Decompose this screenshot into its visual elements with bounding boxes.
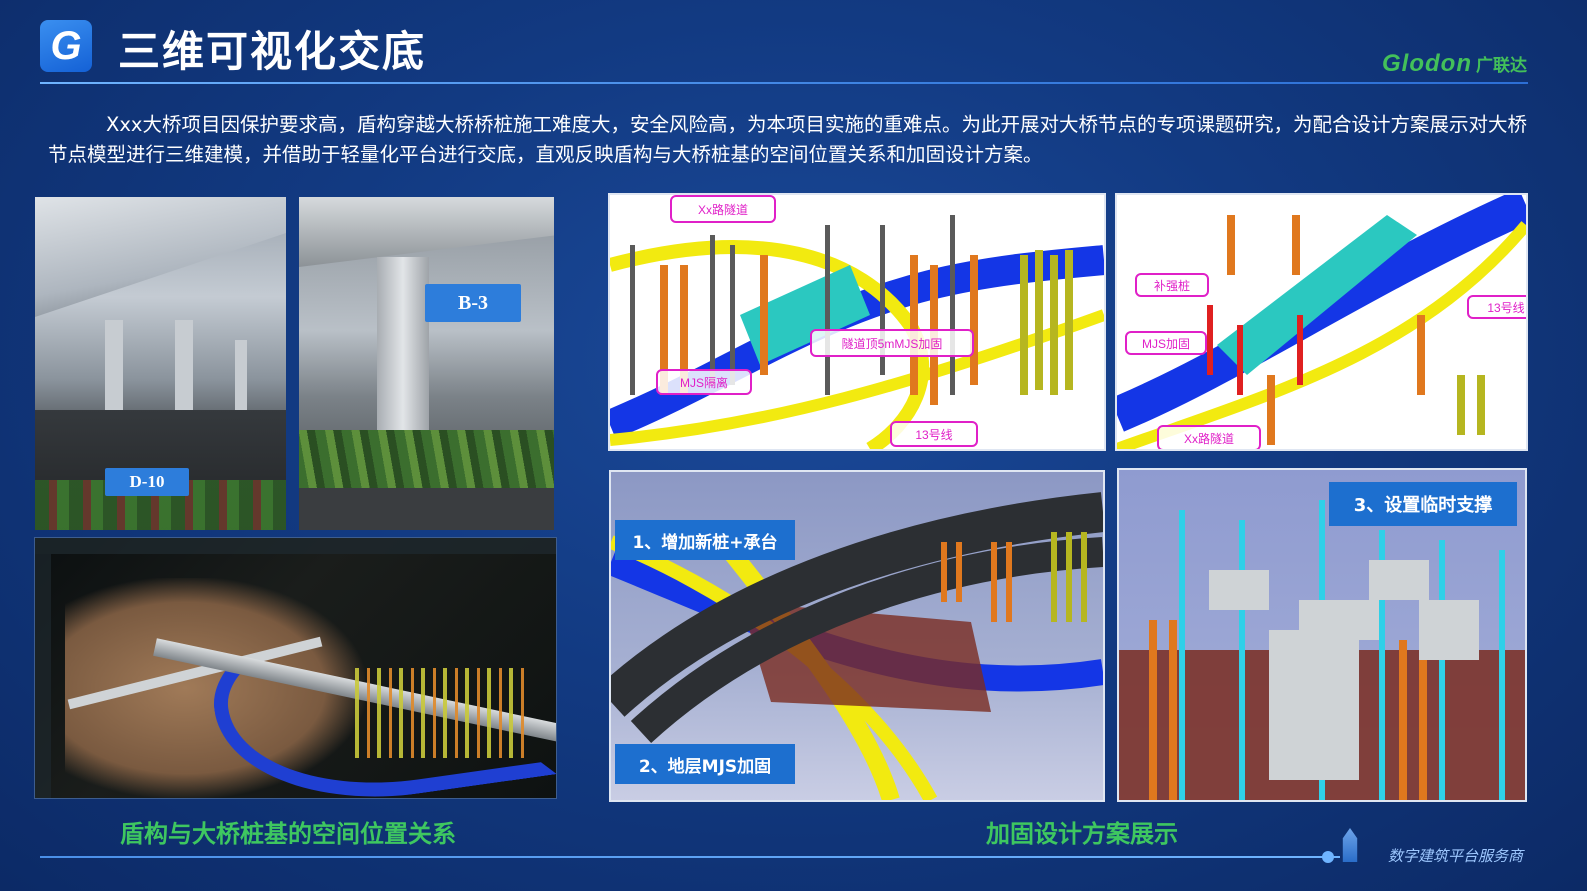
footer-divider xyxy=(40,856,1340,858)
callout-mjs: MJS加固 xyxy=(1125,331,1207,355)
callout-tunnel: Xx路隧道 xyxy=(1157,425,1261,449)
callout-reinforce-pile: 补强桩 xyxy=(1135,273,1209,297)
bridge-pier xyxy=(175,320,193,410)
caption-reinforcement-design: 加固设计方案展示 xyxy=(986,820,1178,848)
brand-name: Glodon xyxy=(1382,50,1472,77)
road-surface xyxy=(299,488,554,530)
pier-tag-d10: D-10 xyxy=(105,468,189,496)
step-label-mjs: 2、地层MJS加固 xyxy=(615,744,795,784)
page-title: 三维可视化交底 xyxy=(118,27,427,76)
model-view-reinforcement: 补强桩 MJS加固 13号线 Xx路隧道 xyxy=(1115,193,1528,451)
caption-spatial-relation: 盾构与大桥桩基的空间位置关系 xyxy=(120,820,456,848)
pile-group-model xyxy=(355,668,525,758)
brand-logo: Glodon 广联达 xyxy=(1382,50,1527,78)
bridge-pier xyxy=(105,320,123,410)
bridge-pier xyxy=(235,340,247,410)
app-logo-icon: G xyxy=(40,20,92,72)
footer-slogan: 数字建筑平台服务商 xyxy=(1387,847,1523,865)
callout-tunnel: Xx路隧道 xyxy=(670,195,776,223)
platform-sidebar xyxy=(35,554,51,798)
model-render xyxy=(1117,195,1526,449)
footer-dot xyxy=(1322,851,1334,863)
callout-mjs-top: 隧道顶5mMJS加固 xyxy=(810,329,974,357)
brand-name-cn: 广联达 xyxy=(1476,56,1527,76)
intro-paragraph: Xxx大桥项目因保护要求高，盾构穿越大桥桥桩施工难度大，安全风险高，为本项目实施… xyxy=(48,113,1527,166)
garden-plants xyxy=(299,430,554,490)
site-photo-b3 xyxy=(299,197,554,530)
model-view-temp-support: 3、设置临时支撑 xyxy=(1117,468,1527,802)
model-view-new-piles: 1、增加新桩+承台 2、地层MJS加固 xyxy=(609,470,1105,802)
callout-line13: 13号线 xyxy=(890,421,978,447)
callout-mjs-isolation: MJS隔离 xyxy=(656,369,752,395)
model-render xyxy=(610,215,1104,449)
pier-tag-b3: B-3 xyxy=(425,284,521,322)
model-view-tunnel-piles: Xx路隧道 隧道顶5mMJS加固 MJS隔离 13号线 xyxy=(608,193,1106,451)
lightweight-platform-view xyxy=(34,537,557,799)
step-label-temp-support: 3、设置临时支撑 xyxy=(1329,482,1517,526)
header-divider xyxy=(40,82,1528,84)
platform-toolbar xyxy=(35,538,556,554)
callout-line13: 13号线 xyxy=(1467,295,1526,319)
step-label-new-piles: 1、增加新桩+承台 xyxy=(615,520,795,560)
building-icon xyxy=(1342,828,1358,862)
bridge-deck xyxy=(35,197,286,317)
